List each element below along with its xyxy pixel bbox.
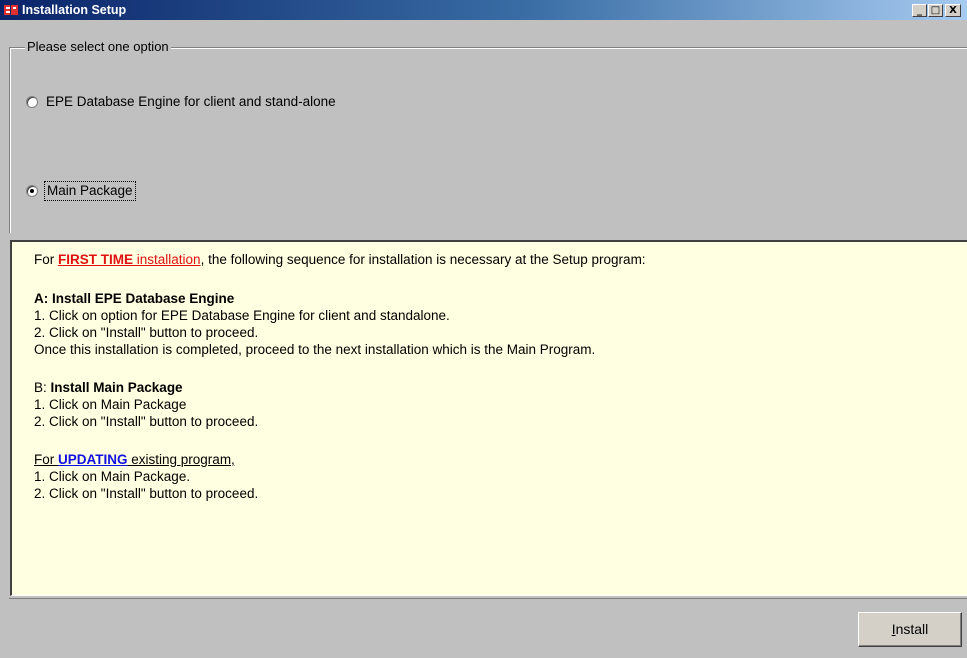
section-a-title: A: Install EPE Database Engine	[34, 291, 235, 306]
maximize-icon: □	[930, 5, 941, 16]
step-b2: 2. Click on "Install" button to proceed.	[34, 414, 259, 429]
update-heading: For UPDATING existing program,	[34, 451, 235, 468]
step-u1: 1. Click on Main Package.	[34, 469, 191, 484]
footer-separator	[9, 598, 967, 599]
minimize-button[interactable]: _	[912, 4, 927, 17]
intro-post: , the following sequence for installatio…	[200, 252, 646, 267]
instructions-panel: For FIRST TIME installation, the followi…	[10, 240, 967, 596]
update-post: existing program,	[127, 452, 235, 467]
radio-main-package[interactable]	[26, 185, 38, 197]
section-b-title: Install Main Package	[50, 380, 183, 395]
window-title: Installation Setup	[22, 3, 127, 17]
step-b1: 1. Click on Main Package	[34, 397, 187, 412]
intro-pre: For	[34, 252, 59, 267]
close-icon: X	[949, 5, 957, 16]
intro-line: For FIRST TIME installation, the followi…	[34, 251, 646, 268]
first-time-emphasis: FIRST TIME	[58, 252, 134, 267]
install-label: nstall	[895, 621, 929, 637]
option-label[interactable]: Main Package	[44, 181, 136, 201]
section-b-prefix: B:	[34, 380, 51, 395]
section-a-note: Once this installation is completed, pro…	[34, 342, 596, 357]
radio-database-engine[interactable]	[26, 96, 38, 108]
updating-emphasis: UPDATING	[58, 452, 128, 467]
update-pre: For	[34, 452, 59, 467]
install-button[interactable]: Install	[858, 612, 962, 647]
step-a2: 2. Click on "Install" button to proceed.	[34, 325, 259, 340]
section-b-heading: B: Install Main Package	[34, 379, 183, 396]
maximize-button[interactable]: □	[928, 4, 943, 17]
installation-emphasis: installation	[133, 252, 201, 267]
setup-app-icon	[4, 5, 18, 15]
option-main-package[interactable]: Main Package	[26, 181, 136, 201]
step-a1: 1. Click on option for EPE Database Engi…	[34, 308, 450, 323]
close-button[interactable]: X	[945, 4, 961, 17]
group-legend: Please select one option	[25, 39, 171, 55]
minimize-icon: _	[917, 5, 922, 16]
title-bar[interactable]: Installation Setup _ □ X	[0, 0, 967, 20]
option-label[interactable]: EPE Database Engine for client and stand…	[44, 93, 338, 111]
options-groupbox	[9, 47, 967, 233]
step-u2: 2. Click on "Install" button to proceed.	[34, 486, 259, 501]
option-database-engine[interactable]: EPE Database Engine for client and stand…	[26, 93, 338, 111]
